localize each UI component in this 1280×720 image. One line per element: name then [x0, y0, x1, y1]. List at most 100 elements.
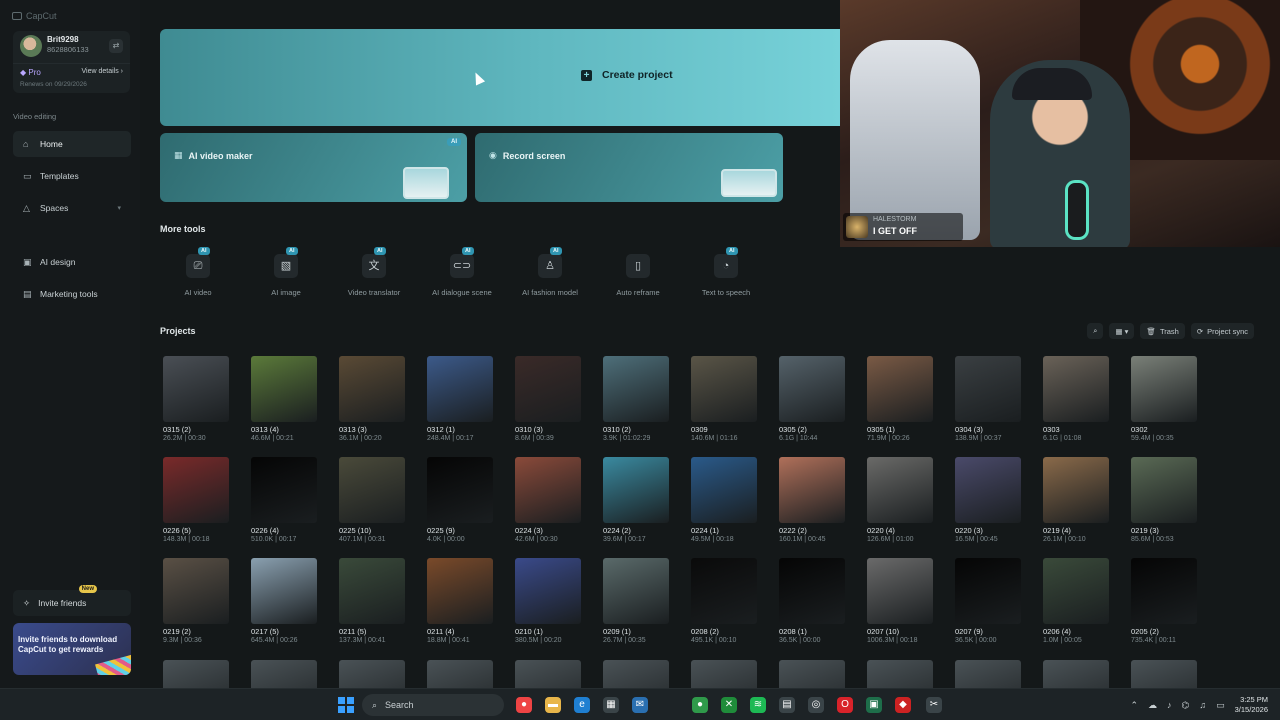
project-thumbnail[interactable]: [427, 356, 493, 422]
project-thumbnail[interactable]: [339, 356, 405, 422]
search-icon[interactable]: ⌕: [1087, 323, 1104, 339]
project-thumbnail[interactable]: [779, 356, 845, 422]
mail-icon[interactable]: ✉: [632, 697, 648, 713]
edge-icon[interactable]: e: [574, 697, 590, 713]
project-card[interactable]: 0222 (2) 160.1M | 00:45: [779, 457, 845, 543]
network-icon[interactable]: ⌬: [1182, 700, 1190, 711]
ai-video-maker-card[interactable]: ▦ AI video maker AI: [160, 133, 467, 202]
taskbar-search[interactable]: ⌕ Search: [362, 694, 504, 716]
project-thumbnail[interactable]: [1043, 660, 1109, 688]
xbox-icon[interactable]: ✕: [721, 697, 737, 713]
project-thumbnail[interactable]: [955, 660, 1021, 688]
mic-icon[interactable]: ♪: [1167, 700, 1172, 710]
project-thumbnail[interactable]: [1131, 457, 1197, 523]
project-thumbnail[interactable]: [691, 457, 757, 523]
project-thumbnail[interactable]: [515, 558, 581, 624]
project-card[interactable]: 0225 (9) 4.0K | 00:00: [427, 457, 493, 543]
project-thumbnail[interactable]: [955, 558, 1021, 624]
opera-icon[interactable]: O: [837, 697, 853, 713]
project-card[interactable]: 0219 (2) 9.3M | 00:36: [163, 558, 229, 644]
project-card-partial[interactable]: [339, 660, 405, 688]
project-card[interactable]: 0219 (4) 26.1M | 00:10: [1043, 457, 1109, 543]
tool-ai-fashion-model[interactable]: ♙ AI AI fashion model: [505, 247, 593, 300]
project-card-partial[interactable]: [867, 660, 933, 688]
project-thumbnail[interactable]: [867, 457, 933, 523]
sidebar-item-ai-design[interactable]: ▣ AI design: [13, 249, 131, 275]
project-card-partial[interactable]: [603, 660, 669, 688]
project-card[interactable]: 0207 (9) 36.5K | 00:00: [955, 558, 1021, 644]
project-card[interactable]: 0219 (3) 85.6M | 00:53: [1131, 457, 1197, 543]
project-card[interactable]: 0226 (4) 510.0K | 00:17: [251, 457, 317, 543]
project-card[interactable]: 0208 (1) 36.5K | 00:00: [779, 558, 845, 644]
project-thumbnail[interactable]: [339, 660, 405, 688]
project-thumbnail[interactable]: [427, 558, 493, 624]
project-thumbnail[interactable]: [163, 558, 229, 624]
project-card[interactable]: 0224 (3) 42.6M | 00:30: [515, 457, 581, 543]
project-card[interactable]: 0211 (4) 18.8M | 00:41: [427, 558, 493, 644]
project-thumbnail[interactable]: [779, 457, 845, 523]
project-thumbnail[interactable]: [427, 457, 493, 523]
clock[interactable]: 3:25 PM 3/15/2026: [1235, 695, 1268, 715]
windows-start-icon[interactable]: [338, 697, 354, 713]
project-card-partial[interactable]: [1043, 660, 1109, 688]
project-thumbnail[interactable]: [515, 356, 581, 422]
project-thumbnail[interactable]: [955, 457, 1021, 523]
view-toggle-icon[interactable]: ▦ ▾: [1109, 323, 1135, 339]
project-thumbnail[interactable]: [779, 660, 845, 688]
project-thumbnail[interactable]: [163, 356, 229, 422]
project-thumbnail[interactable]: [603, 457, 669, 523]
project-thumbnail[interactable]: [867, 356, 933, 422]
project-card[interactable]: 0210 (1) 380.5M | 00:20: [515, 558, 581, 644]
store-icon[interactable]: ▦: [603, 697, 619, 713]
project-card[interactable]: 0305 (1) 71.9M | 00:26: [867, 356, 933, 442]
project-thumbnail[interactable]: [251, 457, 317, 523]
project-card[interactable]: 0313 (4) 46.6M | 00:21: [251, 356, 317, 442]
tool-ai-dialogue-scene[interactable]: ⊂⊃ AI AI dialogue scene: [417, 247, 505, 300]
create-project-button[interactable]: + Create project: [581, 69, 673, 81]
project-card-partial[interactable]: [251, 660, 317, 688]
chrome-icon[interactable]: ●: [516, 697, 532, 713]
project-card-partial[interactable]: [1131, 660, 1197, 688]
tool-text-to-speech[interactable]: ◔ AI Text to speech: [681, 247, 769, 300]
project-thumbnail[interactable]: [691, 356, 757, 422]
notepad-icon[interactable]: ▤: [779, 697, 795, 713]
project-card[interactable]: 0205 (2) 735.4K | 00:11: [1131, 558, 1197, 644]
project-card[interactable]: 0225 (10) 407.1M | 00:31: [339, 457, 405, 543]
tool-video-translator[interactable]: 文 AI Video translator: [329, 247, 417, 300]
sidebar-item-templates[interactable]: ▭ Templates: [13, 163, 131, 189]
project-thumbnail[interactable]: [779, 558, 845, 624]
file-explorer-icon[interactable]: ▬: [545, 697, 561, 713]
project-thumbnail[interactable]: [251, 660, 317, 688]
project-thumbnail[interactable]: [1131, 558, 1197, 624]
project-thumbnail[interactable]: [1131, 660, 1197, 688]
app-icon[interactable]: ◆: [895, 697, 911, 713]
project-thumbnail[interactable]: [427, 660, 493, 688]
project-thumbnail[interactable]: [1131, 356, 1197, 422]
switch-account-icon[interactable]: ⇄: [109, 39, 123, 53]
project-card[interactable]: 0208 (2) 495.1K | 00:10: [691, 558, 757, 644]
sidebar-item-spaces[interactable]: △ Spaces ▾: [13, 195, 131, 221]
project-thumbnail[interactable]: [1043, 356, 1109, 422]
cloud-icon[interactable]: ☁: [1148, 700, 1157, 711]
project-thumbnail[interactable]: [339, 558, 405, 624]
project-card[interactable]: 0207 (10) 1006.3M | 00:18: [867, 558, 933, 644]
project-thumbnail[interactable]: [515, 660, 581, 688]
project-thumbnail[interactable]: [603, 558, 669, 624]
tool-auto-reframe[interactable]: ▯ Auto reframe: [593, 248, 681, 300]
project-card[interactable]: 0206 (4) 1.0M | 00:05: [1043, 558, 1109, 644]
project-card[interactable]: 0224 (1) 49.5M | 00:18: [691, 457, 757, 543]
sidebar-item-home[interactable]: ⌂ Home: [13, 131, 131, 157]
project-card[interactable]: 0220 (3) 16.5M | 00:45: [955, 457, 1021, 543]
project-thumbnail[interactable]: [603, 356, 669, 422]
project-thumbnail[interactable]: [163, 457, 229, 523]
tool-ai-video[interactable]: ⎚ AI AI video: [153, 247, 241, 300]
view-details-link[interactable]: View details ›: [81, 68, 123, 75]
battery-icon[interactable]: ▭: [1216, 700, 1225, 711]
create-project-banner[interactable]: + Create project: [160, 29, 840, 126]
trash-button[interactable]: 🗑 Trash: [1140, 323, 1185, 339]
project-card-partial[interactable]: [427, 660, 493, 688]
project-thumbnail[interactable]: [691, 558, 757, 624]
project-thumbnail[interactable]: [867, 558, 933, 624]
project-card[interactable]: 0211 (5) 137.3M | 00:41: [339, 558, 405, 644]
capcut-icon[interactable]: ✂: [926, 697, 942, 713]
